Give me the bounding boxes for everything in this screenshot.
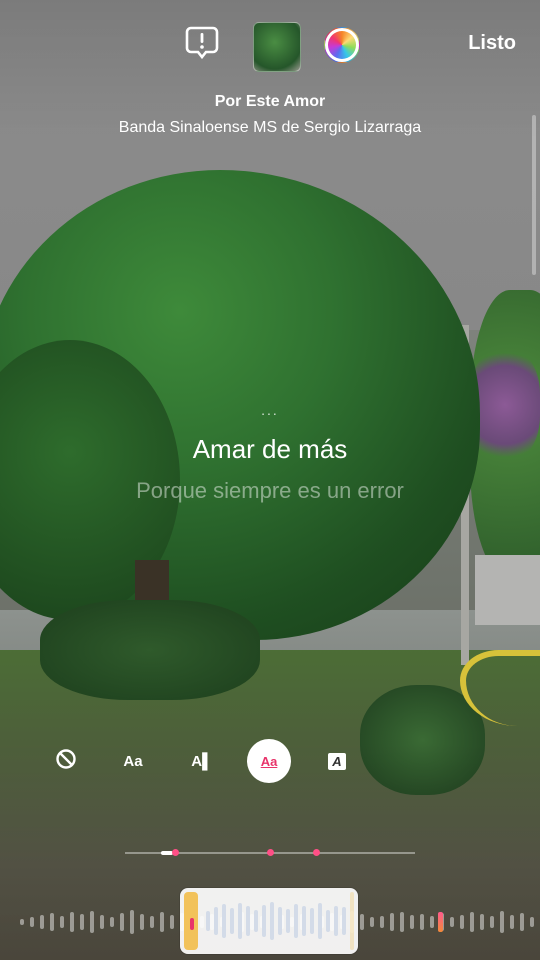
waveform-bar [420, 914, 424, 930]
clip-selector[interactable] [180, 888, 358, 954]
waveform-bar [90, 911, 94, 933]
waveform-bar [120, 913, 124, 931]
clip-waveform-bar [230, 908, 234, 934]
clip-waveform-bar [278, 907, 282, 935]
clip-waveform-bar [270, 902, 274, 940]
waveform-bar [410, 915, 414, 929]
no-style-icon [55, 748, 77, 775]
clip-waveform-bar [238, 903, 242, 939]
waveform-bar [70, 912, 74, 932]
waveform-bar [530, 917, 534, 927]
lyric-indicator: ... [261, 402, 279, 418]
clip-waveform-bar [310, 908, 314, 934]
progress-marker [172, 849, 179, 856]
progress-marker [267, 849, 274, 856]
waveform-bar [110, 917, 114, 927]
clip-waveform-bar [214, 907, 218, 935]
clip-waveform-bar [286, 909, 290, 933]
clip-waveform-bar [302, 906, 306, 936]
song-title: Por Este Amor [214, 93, 326, 110]
background-hedge [40, 600, 260, 700]
waveform-bar [390, 913, 394, 931]
waveform-bar [50, 913, 54, 931]
style-cursor-label: A▌ [191, 752, 213, 770]
clip-waveform-bar [334, 906, 338, 936]
waveform-bar [400, 912, 404, 932]
waveform-bar [460, 915, 464, 929]
song-artist: Banda Sinaloense MS de Sergio Lizarraga [118, 119, 422, 136]
waveform-bar [480, 914, 484, 930]
done-button[interactable]: Listo [468, 32, 516, 55]
waveform-bar [170, 915, 174, 929]
waveform-bar [80, 914, 84, 930]
waveform-bar [30, 917, 34, 927]
waveform-bar [490, 916, 494, 928]
waveform-bar [510, 915, 514, 929]
lyric-style-picker: Aa A▌ Aa A [0, 739, 540, 783]
clip-end-handle[interactable] [350, 892, 354, 950]
waveform-bar [20, 919, 24, 925]
clip-waveform-bar [246, 906, 250, 936]
style-none-button[interactable] [47, 742, 85, 780]
clip-waveform-bar [222, 904, 226, 938]
waveform-bar [500, 911, 504, 933]
top-bar: Listo [0, 22, 540, 72]
waveform-bar [520, 913, 524, 931]
waveform-highlight [438, 912, 443, 932]
clip-waveform-bar [294, 904, 298, 938]
style-boxed-button[interactable]: A [318, 742, 356, 780]
style-underline-label: Aa [260, 753, 278, 769]
waveform-bar [40, 915, 44, 929]
waveform-bar [160, 912, 164, 932]
waveform-bar [470, 912, 474, 932]
waveform-bar [60, 916, 64, 928]
clip-waveform-bar [326, 910, 330, 932]
waveform-bar [130, 910, 134, 934]
lyric-current-line[interactable]: Amar de más [0, 434, 540, 465]
clip-waveform-bar [262, 905, 266, 937]
waveform-bar [360, 914, 364, 930]
waveform-bar [150, 916, 154, 928]
lyrics-sticker-editor: Listo Por Este Amor Banda Sinaloense MS … [0, 0, 540, 960]
waveform-bar [450, 917, 454, 927]
lyric-progress-track[interactable] [125, 849, 415, 856]
clip-waveform-bar [318, 903, 322, 939]
clip-waveform-bar [206, 911, 210, 931]
clip-waveform-bar [342, 907, 346, 935]
style-underline-button[interactable]: Aa [247, 739, 291, 783]
color-wheel-icon[interactable] [324, 27, 360, 63]
playhead [190, 918, 194, 930]
lyric-next-line: Porque siempre es un error [136, 478, 404, 503]
waveform-bar [380, 916, 384, 928]
scroll-indicator [532, 115, 536, 275]
waveform-bar [430, 916, 434, 928]
style-cursor-button[interactable]: A▌ [183, 742, 221, 780]
clip-waveform-bar [254, 910, 258, 932]
waveform-bar [140, 914, 144, 930]
style-typewriter-label: Aa [123, 752, 143, 770]
waveform-bar [370, 917, 374, 927]
style-boxed-label: A [328, 752, 346, 770]
background-wall [475, 555, 540, 625]
waveform-bar [100, 915, 104, 929]
alert-bubble-icon[interactable] [184, 24, 220, 60]
album-cover-thumbnail[interactable] [253, 22, 301, 72]
style-typewriter-button[interactable]: Aa [114, 742, 152, 780]
progress-marker [313, 849, 320, 856]
